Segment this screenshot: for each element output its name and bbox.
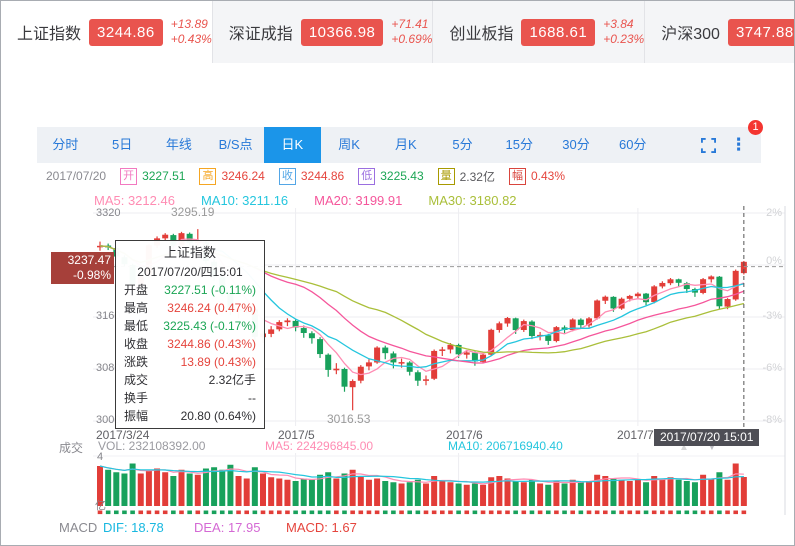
tooltip-change-value: 13.89 (0.43%): [180, 355, 256, 369]
tooltip-volume-label: 成交: [124, 373, 149, 387]
tab-60min[interactable]: 60分: [604, 127, 661, 163]
quote-name: 上证指数: [17, 26, 82, 43]
quote-chinext-index[interactable]: 创业板指 1688.61 +3.84 +0.23%: [432, 1, 645, 63]
tooltip-volume-value: 2.32亿手: [208, 373, 256, 387]
volume-section-label: 成交: [59, 441, 84, 455]
amplitude-key: 幅: [508, 167, 526, 185]
crosshair-pct: -0.98%: [72, 268, 111, 282]
tooltip-low-label: 最低: [124, 319, 149, 333]
volume-value: 2.32亿: [459, 169, 495, 184]
high-key: 高: [199, 167, 217, 185]
close-value: 3244.86: [300, 169, 345, 183]
close-key: 收: [278, 167, 296, 185]
crosshair-price-tag: 3237.47 -0.98%: [51, 252, 114, 284]
high-value: 3246.24: [221, 169, 265, 183]
pct-axis-0: 0%: [766, 255, 782, 267]
tab-5day[interactable]: 5日: [94, 127, 151, 163]
pct-axis-n6: -6%: [762, 362, 782, 374]
pct-axis-n8: -8%: [762, 414, 782, 426]
tooltip-title: 上证指数: [163, 245, 216, 260]
notification-badge: 1: [748, 120, 764, 135]
quote-change-pct: +0.69%: [391, 32, 433, 46]
tab-yearline[interactable]: 年线: [150, 127, 207, 163]
volume-legend-bar: 成交 VOL: 232108392.00 MA5: 224296845.00 M…: [59, 439, 563, 455]
index-quote-bar: 上证指数 3244.86 +13.89 +0.43% 深证成指 10366.98 …: [1, 1, 794, 63]
low-key: 低: [358, 167, 376, 185]
tab-timeline[interactable]: 分时: [37, 127, 94, 163]
macd-histogram: [97, 510, 747, 515]
volume-value: VOL: 232108392.00: [98, 439, 206, 453]
tooltip-low-value: 3225.43 (-0.17%): [163, 319, 256, 333]
tooltip-amplitude-value: 20.80 (0.64%): [180, 409, 256, 423]
quote-change: +3.84: [603, 17, 634, 31]
tooltip-open-value: 3227.51 (-0.11%): [164, 283, 256, 297]
tooltip-turnover-value: --: [248, 391, 256, 405]
period-tab-bar: 分时 5日 年线 B/S点 日K 周K 月K 5分 15分 30分 60分 ⋮ …: [37, 120, 764, 163]
volume-key: 量: [437, 167, 455, 185]
volume-ma5-legend: MA5: 224296845.00: [265, 439, 374, 453]
tab-monthly-k[interactable]: 月K: [377, 127, 434, 163]
tooltip-change-label: 涨跌: [124, 355, 149, 369]
quote-change-pct: +0.43%: [170, 32, 212, 46]
macd-legend-bar: MACD DIF: 18.78 DEA: 17.95 MACD: 1.67: [59, 520, 357, 535]
more-menu-icon[interactable]: ⋮: [730, 127, 747, 163]
quote-price-badge: 3747.88: [727, 18, 794, 46]
tab-daily-k[interactable]: 日K: [263, 127, 321, 163]
tooltip-open-label: 开盘: [124, 283, 149, 297]
quote-price-badge: 1688.61: [521, 18, 596, 46]
open-key: 开: [120, 167, 138, 185]
tab-5min[interactable]: 5分: [434, 127, 491, 163]
candle-tooltip: 上证指数 2017/07/20/四15:01 开盘 3227.51 (-0.11%…: [115, 240, 265, 429]
quote-name: 沪深300: [661, 26, 720, 43]
ohlc-info-bar: 2017/07/20 开 3227.51 高 3246.24 收 3244.86 低3…: [46, 167, 565, 185]
pct-axis-2: 2%: [766, 207, 782, 219]
tooltip-turnover-label: 换手: [124, 391, 149, 405]
macd-section-label: MACD: [59, 520, 98, 535]
fullscreen-icon[interactable]: [701, 137, 717, 153]
volume-y-tick: 4: [97, 451, 104, 463]
quote-name: 创业板指: [449, 26, 514, 43]
quote-name: 深证成指: [228, 26, 293, 43]
volume-bars: [97, 463, 747, 506]
price-ma-legend: MA5: 3212.46 MA10: 3211.16 MA20: 3199.91…: [94, 193, 517, 209]
tab-weekly-k[interactable]: 周K: [321, 127, 378, 163]
crosshair-date-tag: 2017/07/20 15:01: [654, 429, 760, 446]
x-axis-july: 2017/7: [617, 428, 654, 442]
quote-price-badge: 3244.86: [89, 18, 163, 46]
tab-bs-points[interactable]: B/S点: [207, 127, 264, 163]
tooltip-close-value: 3244.86 (0.43%): [167, 337, 256, 351]
y-axis-3320: 3320: [96, 207, 121, 219]
quote-price-badge: 10366.98: [300, 18, 384, 46]
quote-shenzhen-index[interactable]: 深证成指 10366.98 +71.41 +0.69%: [211, 1, 433, 63]
pct-axis-n3: -3%: [762, 310, 782, 322]
tooltip-close-label: 收盘: [124, 337, 149, 351]
amplitude-value: 0.43%: [530, 169, 566, 183]
macd-value: MACD: 1.67: [286, 520, 357, 535]
ma20-legend: MA20: 3199.91: [314, 193, 403, 208]
low-value: 3225.43: [380, 169, 424, 183]
open-value: 3227.51: [142, 169, 186, 183]
volume-unit-label: 亿: [95, 500, 106, 512]
low-price-marker: 3016.53: [327, 412, 371, 426]
quote-csi300-index[interactable]: 沪深300 3747.88 +18.14+0.49%: [644, 1, 794, 63]
high-price-marker: 3295.19: [171, 205, 215, 219]
tooltip-datetime: 2017/07/20/四15:01: [137, 265, 243, 279]
volume-ma10-legend: MA10: 206716940.40: [448, 439, 563, 453]
crosshair-price: 3237.47: [67, 253, 111, 267]
tooltip-high-value: 3246.24 (0.47%): [167, 301, 256, 315]
tab-15min[interactable]: 15分: [491, 127, 548, 163]
macd-dif-value: DIF: 18.78: [103, 520, 164, 535]
tooltip-high-label: 最高: [124, 301, 149, 315]
quote-shanghai-index[interactable]: 上证指数 3244.86 +13.89 +0.43%: [1, 1, 212, 63]
quote-change-pct: +0.23%: [603, 32, 645, 46]
info-date: 2017/07/20: [46, 169, 107, 183]
stock-chart-window: 上证指数 3244.86 +13.89 +0.43% 深证成指 10366.98 …: [0, 0, 795, 546]
quote-change: +71.41: [391, 17, 429, 31]
tab-30min[interactable]: 30分: [548, 127, 605, 163]
tooltip-amplitude-label: 振幅: [124, 409, 149, 423]
quote-change: +13.89: [170, 17, 208, 31]
macd-dea-value: DEA: 17.95: [194, 520, 261, 535]
ma30-legend: MA30: 3180.82: [428, 193, 517, 208]
